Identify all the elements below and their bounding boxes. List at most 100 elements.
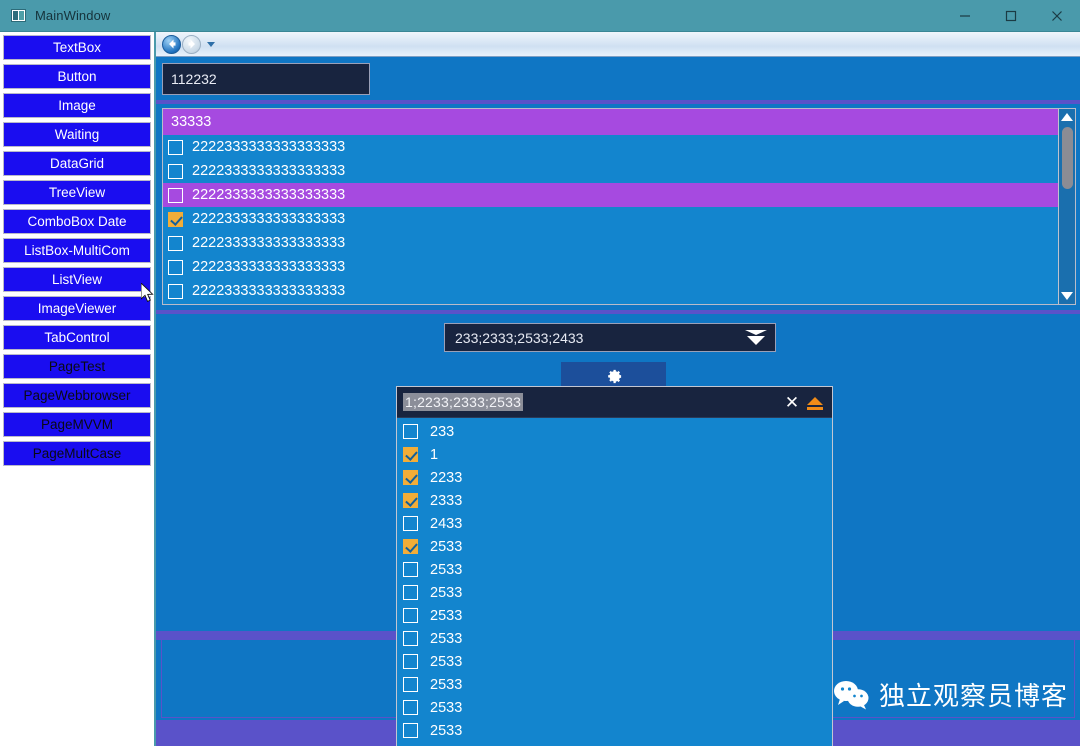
main-window: MainWindow TextBox Button Image Waiting … [0,0,1080,746]
list-item[interactable]: 233 [397,420,832,443]
list-item[interactable]: 2533 [397,581,832,604]
table-row[interactable]: 2222333333333333333 [163,231,1058,255]
sidebar-item-pagemvvm[interactable]: PageMVVM [3,412,151,437]
window-icon [11,9,26,22]
checkbox-icon[interactable] [403,608,418,623]
checkbox-icon[interactable] [168,163,183,179]
table-row[interactable]: 2222333333333333333 [163,255,1058,279]
sidebar-item-treeview[interactable]: TreeView [3,180,151,205]
sidebar-item-listbox-multicom[interactable]: ListBox-MultiCom [3,238,151,263]
sidebar-item-button[interactable]: Button [3,64,151,89]
checkbox-icon[interactable] [168,259,183,275]
list-item-label: 2533 [430,699,463,716]
sidebar-item-imageviewer[interactable]: ImageViewer [3,296,151,321]
back-arrow-icon[interactable] [162,34,181,54]
list-item[interactable]: 2533 [397,673,832,696]
checkbox-checked-icon[interactable] [168,211,183,227]
list-item[interactable]: 2533 [397,719,832,742]
checkbox-icon[interactable] [403,585,418,600]
combobox-value: 233;2333;2533;2433 [455,329,584,346]
window-body: TextBox Button Image Waiting DataGrid Tr… [0,31,1080,746]
multi-combobox[interactable]: 233;2333;2533;2433 [444,323,776,352]
list-item-label: 2222333333333333333 [192,163,346,179]
list-item-label: 2533 [430,722,463,739]
list-item[interactable]: 2433 [397,512,832,535]
checkbox-icon[interactable] [403,516,418,531]
list-item[interactable]: 2233 [397,466,832,489]
sidebar-item-tabcontrol[interactable]: TabControl [3,325,151,350]
list-item-label: 2222333333333333333 [192,259,346,275]
list-item-label: 2222333333333333333 [192,139,346,155]
popup-selected-text[interactable]: 1;2233;2333;2533 [403,393,524,411]
list-item[interactable]: 2533 [397,535,832,558]
list-item-label: 1 [430,446,439,463]
list-item[interactable]: 2333 [397,489,832,512]
search-input[interactable]: 112232 [162,63,370,95]
vertical-scrollbar[interactable] [1058,109,1075,304]
popup-header: 1;2233;2333;2533 ✕ [397,387,832,418]
list-item-label: 2533 [430,653,463,670]
checkbox-checked-icon[interactable] [403,539,418,554]
checkbox-icon[interactable] [403,677,418,692]
checkbox-icon[interactable] [403,631,418,646]
list-item[interactable]: 2533 [397,604,832,627]
checkbox-checked-icon[interactable] [403,447,418,462]
close-icon[interactable]: ✕ [783,394,801,411]
sidebar-item-waiting[interactable]: Waiting [3,122,151,147]
content-area: 112232 33333 2222333333333333333 2222333… [156,32,1080,746]
browser-nav-strip [156,32,1080,57]
checkbox-checked-icon[interactable] [403,470,418,485]
checkbox-icon[interactable] [168,235,183,251]
popup-actions: ✕ [783,394,824,411]
middle-panel: 233;2333;2533;2433 1;2233;2333;2533 ✕ 23… [156,310,1080,746]
dropdown-arrow-icon[interactable] [745,330,767,345]
table-row[interactable]: 2222333333333333333 [163,135,1058,159]
eject-icon[interactable] [805,394,824,410]
checkbox-icon[interactable] [168,283,183,299]
sidebar-item-pagewebbrowser[interactable]: PageWebbrowser [3,383,151,408]
listbox-items: 33333 2222333333333333333 22223333333333… [163,109,1058,304]
checkbox-icon[interactable] [403,562,418,577]
list-item[interactable]: 2533 [397,650,832,673]
list-item-label: 2222333333333333333 [192,187,346,203]
sidebar-item-datagrid[interactable]: DataGrid [3,151,151,176]
list-item-label: 2533 [430,676,463,693]
scroll-up-arrow-icon[interactable] [1061,113,1073,121]
minimize-button[interactable] [942,0,988,31]
checkbox-icon[interactable] [403,654,418,669]
checkbox-icon[interactable] [168,187,183,203]
sidebar-item-textbox[interactable]: TextBox [3,35,151,60]
table-row[interactable]: 2222333333333333333 [163,207,1058,231]
list-item-label: 2433 [430,515,463,532]
list-item[interactable]: 1 [397,443,832,466]
list-item-label: 2222333333333333333 [192,235,346,251]
table-row[interactable]: 2222333333333333333 [163,183,1058,207]
top-block: 112232 [156,57,1080,104]
checkbox-checked-icon[interactable] [403,493,418,508]
sidebar-item-pagetest[interactable]: PageTest [3,354,151,379]
checkbox-icon[interactable] [403,700,418,715]
scroll-down-arrow-icon[interactable] [1061,292,1073,300]
close-button[interactable] [1034,0,1080,31]
checkbox-icon[interactable] [403,723,418,738]
table-row[interactable]: 2222333333333333333 [163,159,1058,183]
window-controls [942,0,1080,31]
scrollbar-thumb[interactable] [1061,127,1073,189]
popup-item-list: 233 1 2233 2333 2433 2533 2533 2533 2533… [397,418,832,746]
list-item-label: 2233 [430,469,463,486]
list-item[interactable]: 2533 [397,696,832,719]
list-item[interactable]: 2533 [397,627,832,650]
list-item[interactable]: 2533 [397,558,832,581]
checkbox-icon[interactable] [168,139,183,155]
maximize-button[interactable] [988,0,1034,31]
table-row[interactable]: 2222333333333333333 [163,279,1058,303]
list-item-label: 2533 [430,607,463,624]
chevron-down-icon[interactable] [207,41,215,47]
title-bar: MainWindow [0,0,1080,31]
sidebar-item-pagemultcase[interactable]: PageMultCase [3,441,151,466]
forward-arrow-icon[interactable] [182,34,201,54]
sidebar-item-listview[interactable]: ListView [3,267,151,292]
checkbox-icon[interactable] [403,424,418,439]
sidebar-item-image[interactable]: Image [3,93,151,118]
sidebar-item-combobox-date[interactable]: ComboBox Date [3,209,151,234]
